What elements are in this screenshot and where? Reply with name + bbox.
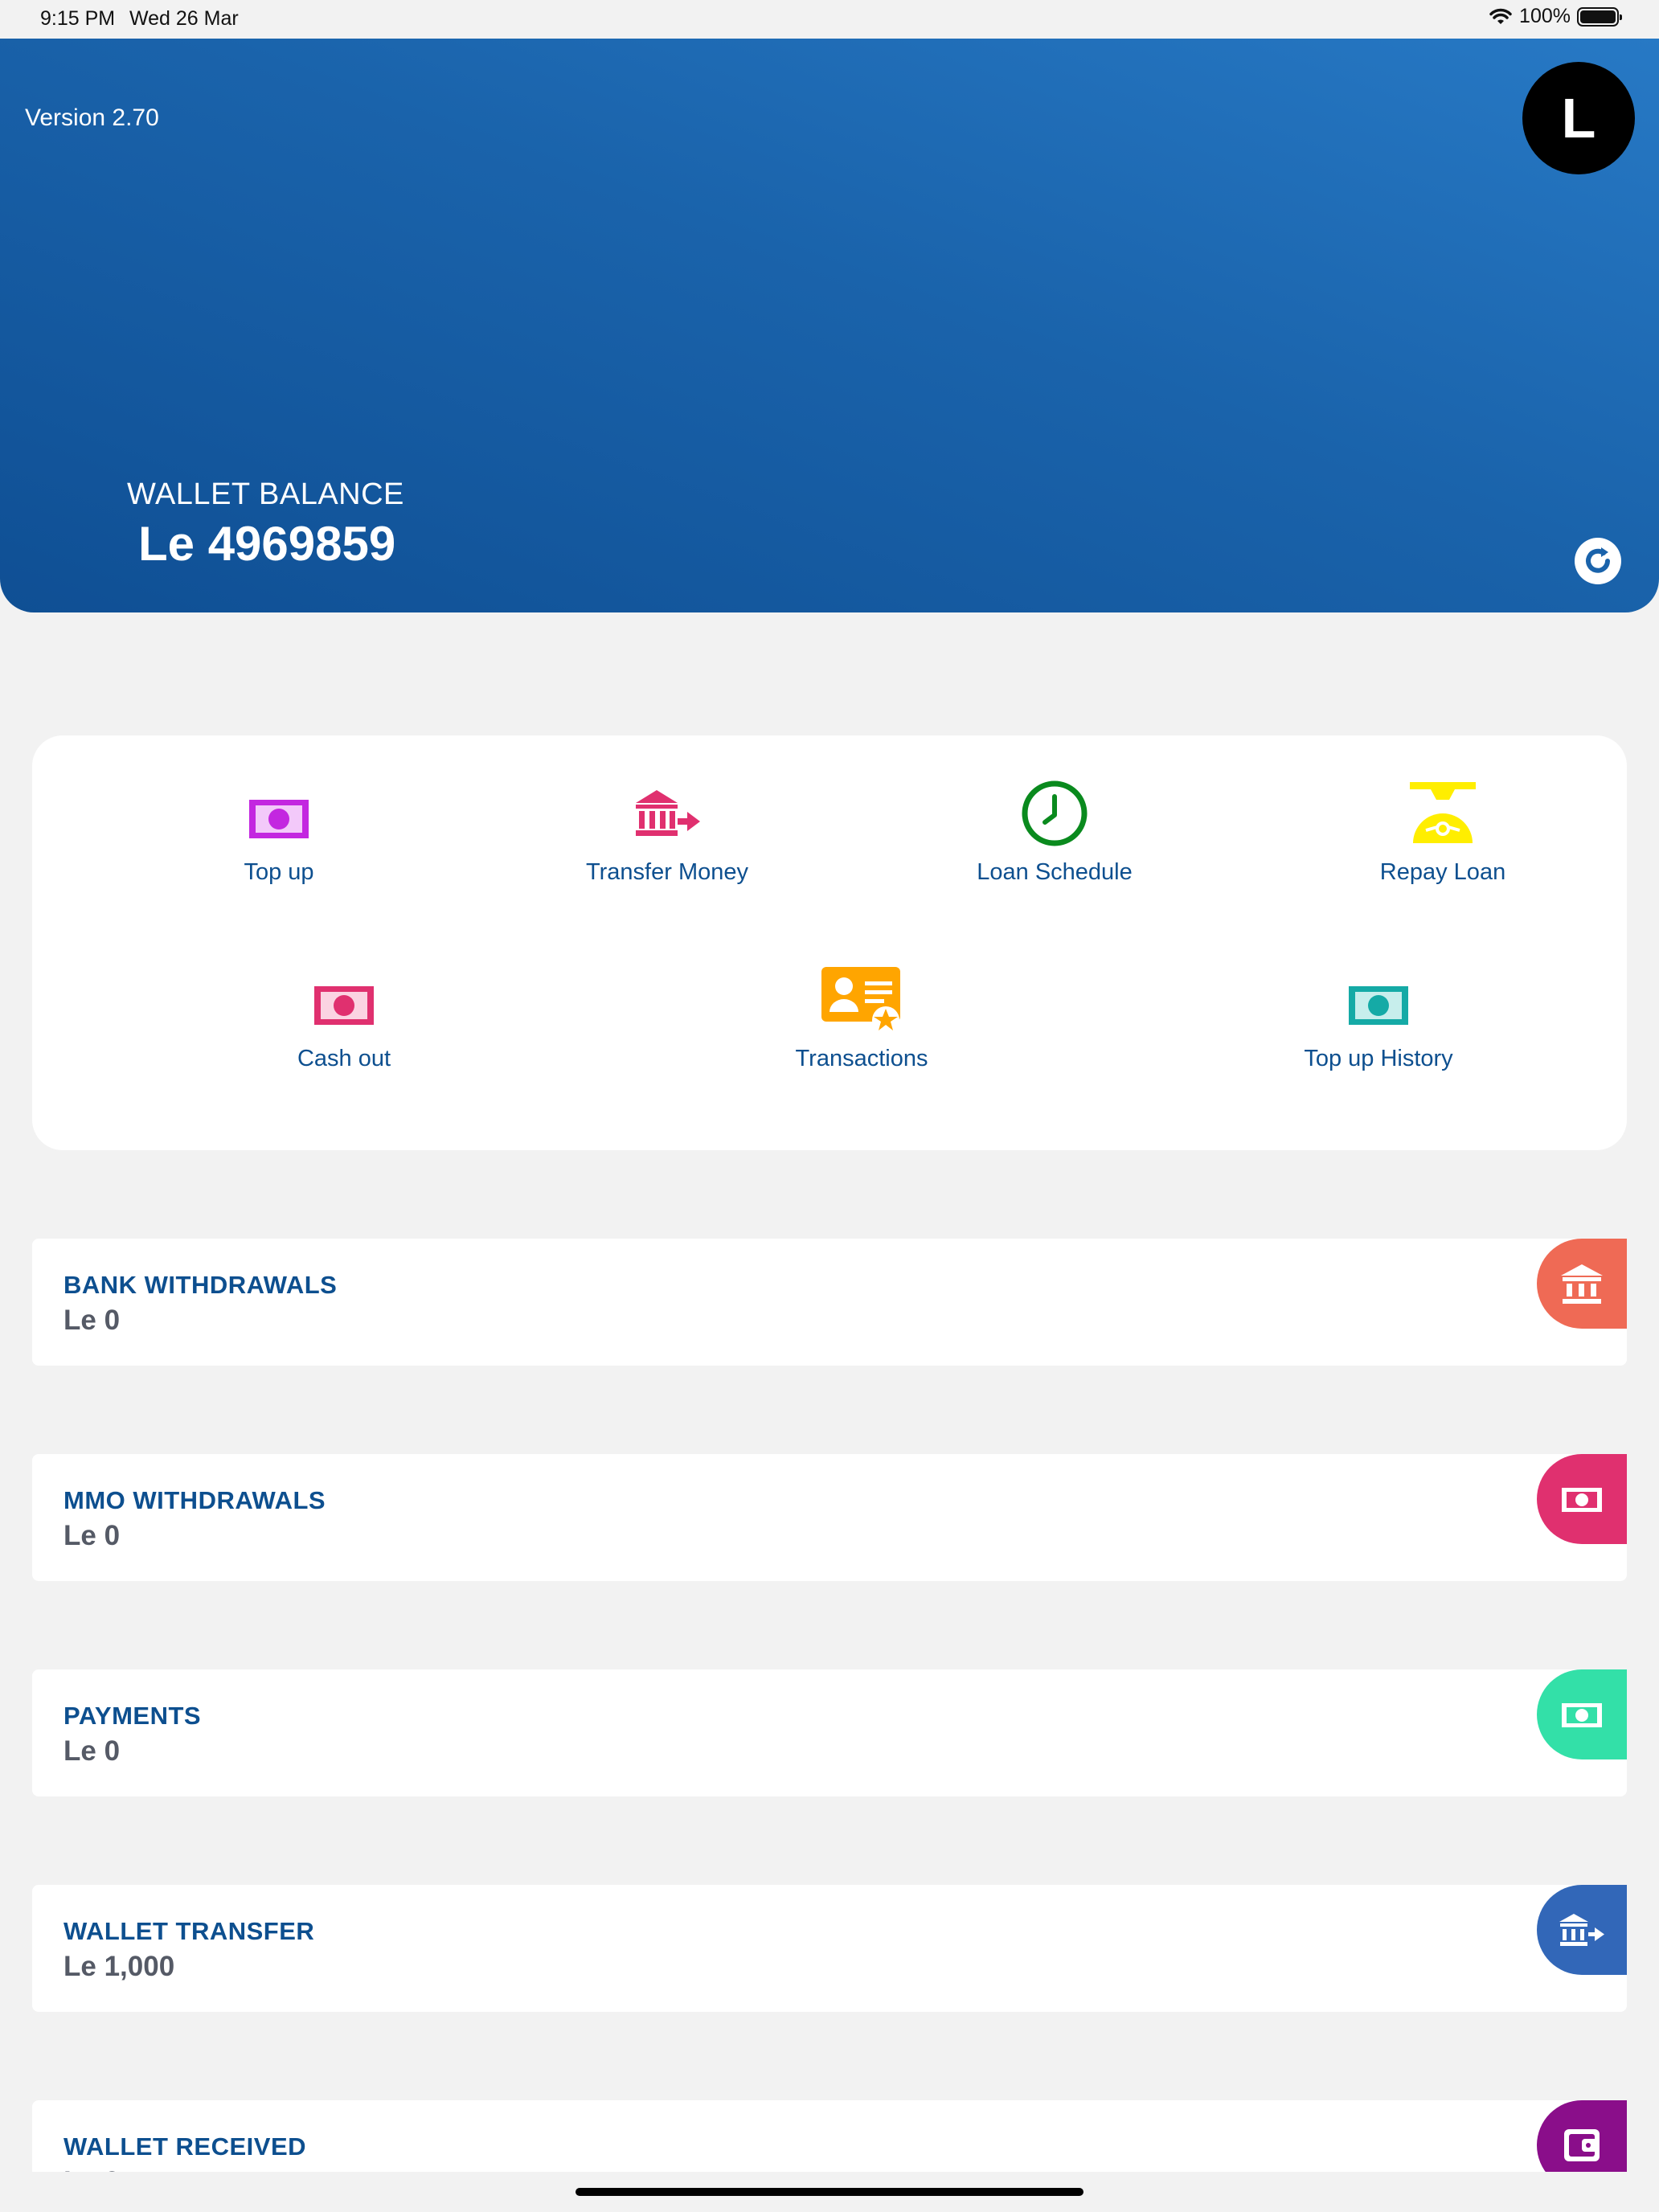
stat-title: MMO WITHDRAWALS (63, 1486, 326, 1514)
avatar[interactable]: L (1522, 62, 1635, 174)
wallet-balance-value: Le 4969859 (138, 517, 396, 571)
stat-value: Le 0 (63, 1735, 121, 1767)
stat-title: WALLET TRANSFER (63, 1917, 315, 1945)
cash-icon (314, 986, 374, 1025)
wifi-icon (1489, 8, 1512, 24)
top-up-button[interactable]: Top up (110, 779, 448, 886)
refresh-icon[interactable] (1574, 537, 1622, 585)
action-label: Cash out (297, 1046, 391, 1071)
app-version: Version 2.70 (25, 104, 159, 131)
action-label: Top up (244, 859, 314, 885)
status-time: 9:15 PM (40, 7, 116, 30)
cash-icon (249, 800, 309, 838)
scale-icon (1410, 782, 1476, 843)
cash-icon (1537, 1669, 1627, 1759)
transactions-button[interactable]: Transactions (693, 965, 1030, 1072)
action-label: Loan Schedule (977, 859, 1133, 885)
clock-icon (1022, 780, 1088, 846)
home-indicator[interactable] (576, 2188, 1083, 2196)
wallet-balance-label: WALLET BALANCE (127, 477, 404, 511)
action-label: Top up History (1304, 1046, 1453, 1071)
status-bar: 9:15 PM Wed 26 Mar 100% (0, 0, 1659, 39)
battery-icon (1577, 6, 1622, 27)
repay-loan-button[interactable]: Repay Loan (1274, 779, 1612, 886)
stat-title: PAYMENTS (63, 1702, 202, 1730)
contact-card-icon (821, 967, 900, 1034)
stat-value: Le 0 (63, 1305, 121, 1336)
bank-icon (1537, 1239, 1627, 1329)
mmo-withdrawals-card[interactable]: MMO WITHDRAWALS Le 0 (32, 1454, 1627, 1581)
cash-icon (1537, 1454, 1627, 1544)
cash-icon (1349, 986, 1408, 1025)
action-label: Transactions (795, 1046, 928, 1071)
bank-transfer-icon (636, 790, 700, 836)
status-date: Wed 26 Mar (129, 7, 239, 30)
action-label: Repay Loan (1379, 859, 1506, 885)
bank-transfer-icon (1537, 1885, 1627, 1975)
stat-title: BANK WITHDRAWALS (63, 1271, 338, 1299)
stat-value: Le 1,000 (63, 1951, 175, 1982)
quick-actions-card: Top up Transfer Money Loan Schedule Repa… (32, 735, 1627, 1150)
transfer-money-button[interactable]: Transfer Money (498, 779, 836, 886)
status-indicators: 100% (1489, 5, 1622, 28)
stat-title: WALLET RECEIVED (63, 2132, 307, 2161)
battery-percent: 100% (1519, 5, 1571, 27)
stat-value: Le 0 (63, 1520, 121, 1551)
loan-schedule-button[interactable]: Loan Schedule (886, 779, 1223, 886)
top-up-history-button[interactable]: Top up History (1210, 965, 1547, 1072)
cash-out-button[interactable]: Cash out (175, 965, 513, 1072)
wallet-header: Version 2.70 L WALLET BALANCE Le 4969859 (0, 39, 1659, 612)
payments-card[interactable]: PAYMENTS Le 0 (32, 1669, 1627, 1796)
action-label: Transfer Money (586, 859, 748, 885)
bank-withdrawals-card[interactable]: BANK WITHDRAWALS Le 0 (32, 1239, 1627, 1366)
wallet-transfer-card[interactable]: WALLET TRANSFER Le 1,000 (32, 1885, 1627, 2012)
